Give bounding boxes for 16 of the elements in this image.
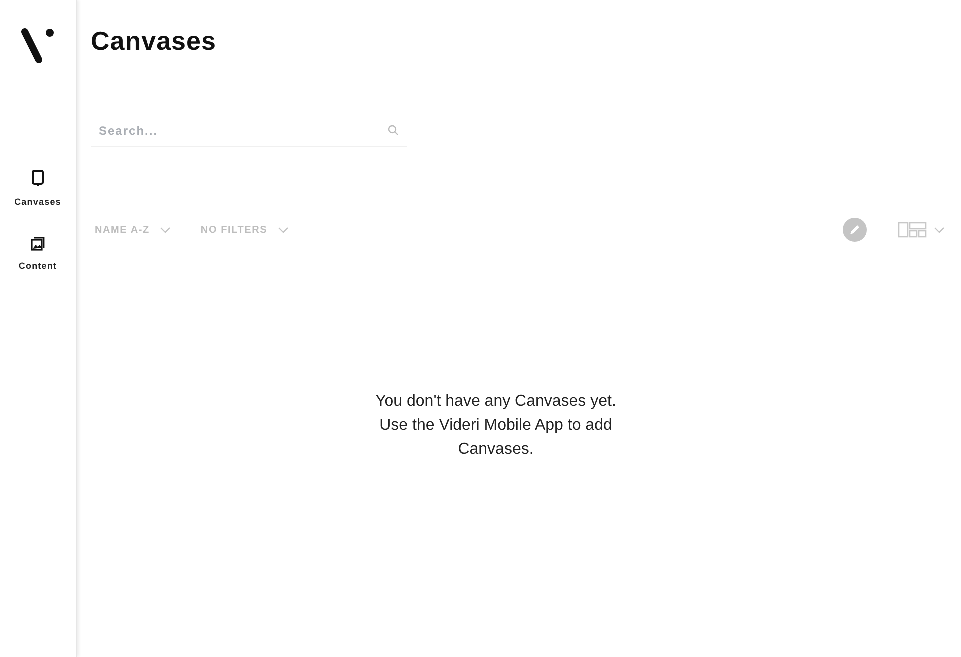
page-title: Canvases <box>91 26 218 57</box>
layout-icon <box>898 221 928 239</box>
nav-item[interactable]: Content <box>18 237 58 271</box>
image-icon <box>30 237 45 251</box>
empty-message: Use the Videri Mobile App to add <box>380 417 612 435</box>
layout-button[interactable] <box>898 221 945 239</box>
chevron-down-icon <box>934 226 945 234</box>
search-icon <box>388 125 399 136</box>
empty-message: You don't have any Canvases yet. <box>376 393 616 411</box>
empty-message: Canvases. <box>458 441 534 459</box>
chevron-down-icon <box>278 226 289 234</box>
tablet-icon <box>32 170 44 187</box>
nav-item[interactable]: Canvases <box>14 170 62 207</box>
edit-button[interactable] <box>842 217 868 243</box>
chevron-down-icon <box>160 226 171 234</box>
pencil-icon <box>842 217 868 243</box>
